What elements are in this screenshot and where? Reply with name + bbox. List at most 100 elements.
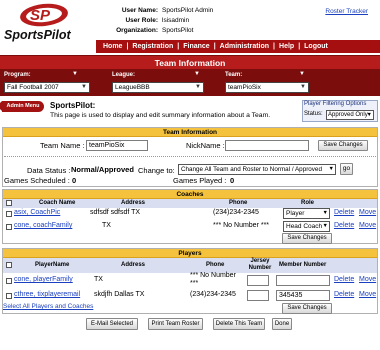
jersey-number-input[interactable]	[247, 275, 269, 286]
intro-text: This page is used to display and edit su…	[50, 112, 271, 119]
save-players-button[interactable]: Save Changes	[282, 303, 332, 314]
select-all-coaches-checkbox[interactable]	[6, 200, 12, 206]
print-roster-button[interactable]: Print Team Roster	[148, 318, 203, 330]
player-delete-link[interactable]: Delete	[334, 276, 354, 283]
player-name-link[interactable]: cthree, tixplayeremail	[14, 291, 80, 298]
player-delete-link[interactable]: Delete	[334, 291, 354, 298]
main-nav: Home | Registration | Finance | Administrat…	[96, 40, 380, 53]
coach-name-link[interactable]: asix, CoachPic	[14, 209, 60, 216]
team-value: teamPioSix	[228, 84, 261, 91]
program-label: Program:	[4, 72, 31, 78]
status-label: Status:	[304, 111, 323, 117]
nav-home[interactable]: Home	[102, 43, 123, 50]
league-select[interactable]: LeagueBBB ▼	[112, 82, 204, 93]
games-scheduled-value: 0	[72, 176, 77, 185]
coach-role-select[interactable]: Head Coach ▼	[283, 221, 330, 232]
nickname-input[interactable]	[225, 140, 309, 151]
chevron-down-icon: ▼	[322, 210, 328, 216]
select-all-link[interactable]: Select All Players and Coaches	[3, 303, 93, 310]
nav-separator: |	[213, 43, 216, 50]
nav-administration[interactable]: Administration	[219, 43, 270, 50]
player-phone: *** No Number ***	[190, 272, 236, 287]
nickname-label: NickName :	[186, 141, 225, 150]
user-role-label: User Role:	[125, 17, 158, 24]
data-status-value: Normal/Approved	[71, 165, 134, 174]
league-label: League:	[112, 72, 136, 78]
select-all-players-checkbox[interactable]	[6, 262, 12, 268]
nav-registration[interactable]: Registration	[131, 43, 174, 50]
team-name-label: Team Name :	[40, 141, 85, 150]
user-name-label: User Name:	[121, 7, 158, 14]
games-scheduled-label: Games Scheduled :	[4, 176, 70, 185]
logo-mark: SP	[30, 7, 51, 24]
team-select[interactable]: teamPioSix ▼	[225, 82, 309, 93]
program-select[interactable]: Fall Football 2007 ▼	[4, 82, 90, 93]
coach-role-value: Head Coach	[286, 223, 323, 230]
member-number-input[interactable]	[276, 275, 330, 286]
column-coach-name: Coach Name	[39, 200, 76, 206]
player-name-link[interactable]: cone, playerFamily	[14, 276, 73, 283]
player-address: TX	[94, 276, 103, 283]
team-name-input[interactable]: teamPioSix	[86, 140, 148, 151]
player-move-link[interactable]: Move	[359, 291, 376, 298]
go-button[interactable]: go	[340, 163, 353, 175]
logo-graphic: SP SportsPilot	[4, 3, 72, 42]
status-select[interactable]: Approved Only ▼	[326, 110, 374, 120]
change-status-select[interactable]: Change All Team and Roster to Normal / A…	[178, 164, 336, 175]
player-phone: (234)234-2345	[190, 291, 236, 298]
nav-separator: |	[177, 43, 180, 50]
team-label: Team:	[225, 72, 243, 78]
user-role: lsisadmin	[162, 17, 190, 24]
chevron-down-icon: ▼	[299, 71, 305, 77]
email-selected-button[interactable]: E-Mail Selected	[86, 318, 138, 330]
admin-menu-button[interactable]: Admin Menu	[0, 101, 44, 112]
chevron-down-icon: ▼	[328, 166, 334, 172]
logo-text: SportsPilot	[4, 28, 72, 42]
chevron-down-icon: ▼	[81, 84, 87, 90]
user-name: SportsPilot Admin	[162, 7, 214, 14]
column-role: Role	[301, 200, 315, 206]
players-header: Players	[3, 249, 377, 258]
nav-help[interactable]: Help	[278, 43, 295, 50]
team-info-header: Team Information	[3, 128, 377, 137]
user-info: User Name: SportsPilot Admin User Role: ls…	[104, 6, 213, 36]
save-coaches-button[interactable]: Save Changes	[282, 233, 332, 244]
coach-move-link[interactable]: Move	[359, 222, 376, 229]
nav-finance[interactable]: Finance	[182, 43, 210, 50]
column-phone: Phone	[229, 200, 248, 206]
player-move-link[interactable]: Move	[359, 276, 376, 283]
nav-logout[interactable]: Logout	[303, 43, 329, 50]
league-value: LeagueBBB	[115, 84, 150, 91]
roster-tracker-link[interactable]: Roster Tracker	[325, 8, 368, 15]
column-phone: Phone	[206, 262, 225, 268]
nav-separator: |	[273, 43, 276, 50]
coach-delete-link[interactable]: Delete	[334, 209, 354, 216]
coach-row-checkbox[interactable]	[6, 211, 12, 217]
nav-separator: |	[126, 43, 129, 50]
player-row-checkbox[interactable]	[6, 293, 12, 299]
change-to-label: Change to:	[138, 166, 175, 175]
divider	[4, 156, 376, 157]
program-value: Fall Football 2007	[7, 84, 59, 91]
save-team-button[interactable]: Save Changes	[318, 140, 368, 151]
coach-name-link[interactable]: cone, coachFamily	[14, 222, 72, 229]
coach-delete-link[interactable]: Delete	[334, 222, 354, 229]
coaches-column-header: Coach Name Address Phone Role	[3, 199, 377, 208]
coach-phone: *** No Number ***	[213, 222, 270, 229]
change-status-value: Change All Team and Roster to Normal / A…	[181, 166, 322, 173]
member-number-input[interactable]: 345435	[276, 290, 330, 301]
coach-address: sdfsdf sdfsdf TX	[90, 209, 141, 216]
coach-row-checkbox[interactable]	[6, 224, 12, 230]
jersey-number-input[interactable]	[247, 290, 269, 301]
delete-team-button[interactable]: Delete This Team	[213, 318, 265, 330]
status-value: Approved Only	[328, 112, 368, 118]
done-button[interactable]: Done	[272, 318, 292, 330]
organization-label: Organization:	[116, 27, 158, 34]
intro-heading: SportsPilot:	[50, 101, 96, 110]
coach-move-link[interactable]: Move	[359, 209, 376, 216]
coach-role-select[interactable]: Player ▼	[283, 208, 330, 219]
player-row-checkbox[interactable]	[6, 278, 12, 284]
organization: SportsPilot	[162, 27, 194, 34]
player-filtering-title: Player Filtering Options	[304, 101, 367, 107]
coach-role-value: Player	[286, 210, 305, 217]
